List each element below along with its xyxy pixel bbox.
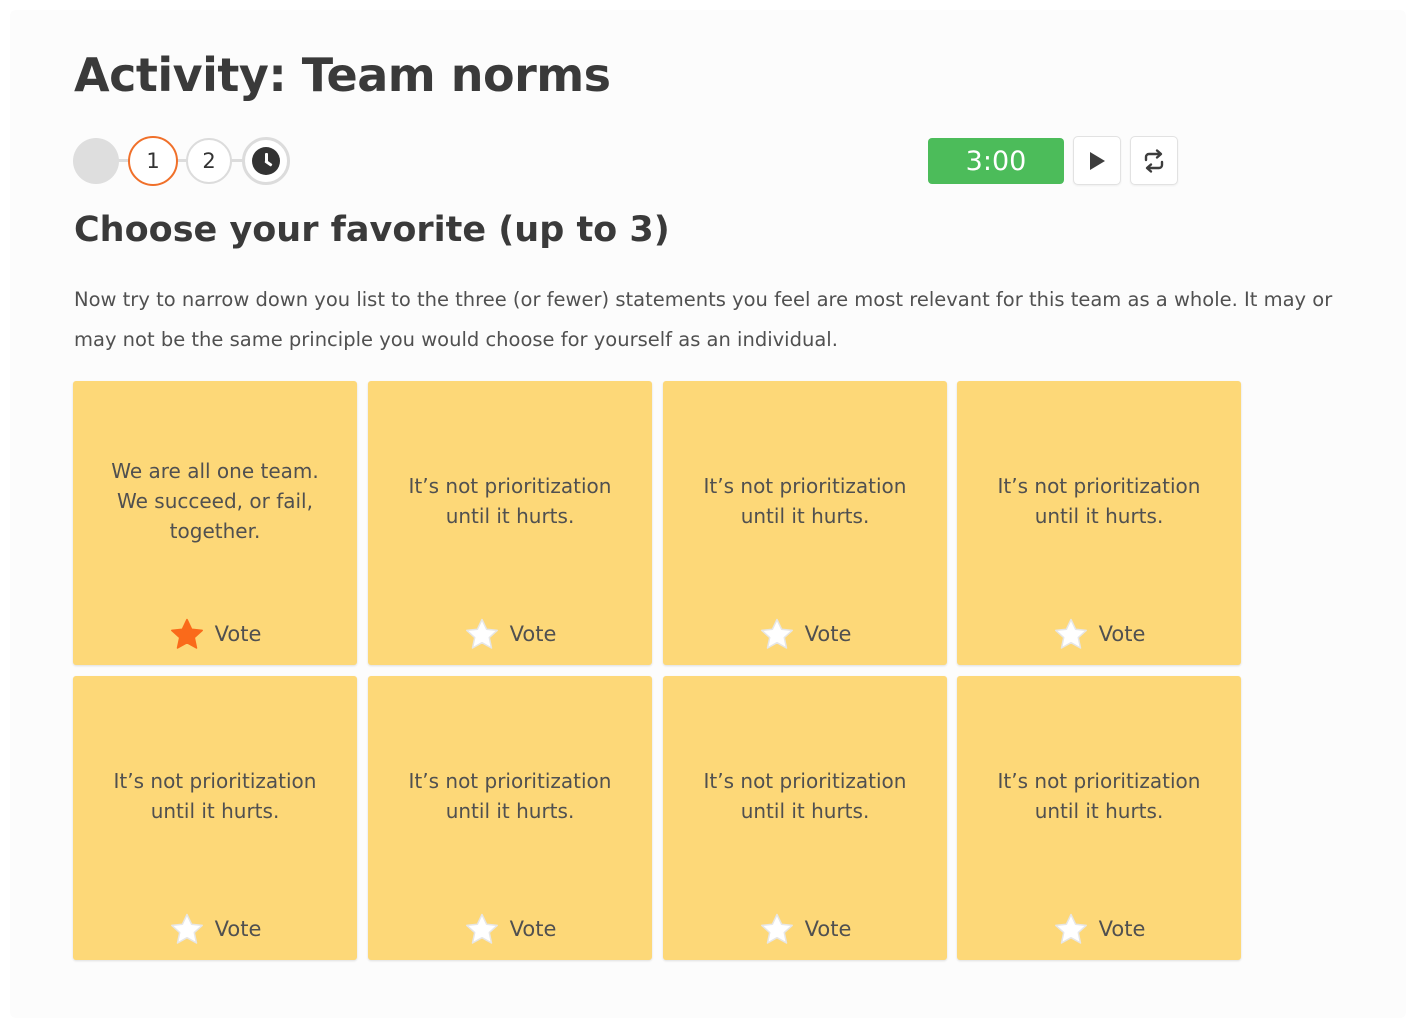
play-icon	[1090, 151, 1105, 170]
card-statement: It’s not prioritization until it hurts.	[997, 769, 1201, 823]
step-2[interactable]: 2	[186, 138, 232, 184]
step-1[interactable]: 1	[128, 136, 178, 186]
vote-button[interactable]: Vote	[663, 616, 947, 652]
vote-label: Vote	[509, 917, 557, 941]
repeat-button[interactable]	[1130, 136, 1178, 185]
vote-label: Vote	[214, 917, 262, 941]
card-statement: It’s not prioritization until it hurts.	[997, 474, 1201, 528]
statement-card[interactable]: It’s not prioritization until it hurts. V…	[957, 381, 1241, 665]
star-outline-icon	[760, 618, 793, 649]
clock-icon	[252, 147, 280, 175]
star-filled-icon	[170, 618, 203, 649]
star-outline-icon	[170, 913, 203, 944]
star-outline-icon	[465, 618, 498, 649]
star-outline-icon	[760, 913, 793, 944]
timer-display: 3:00	[928, 138, 1064, 184]
statement-card[interactable]: It’s not prioritization until it hurts. V…	[663, 676, 947, 960]
step-intro[interactable]	[73, 138, 119, 184]
play-button[interactable]	[1073, 136, 1121, 185]
step-indicator: 1 2	[73, 136, 293, 186]
vote-label: Vote	[1098, 917, 1146, 941]
statement-card[interactable]: It’s not prioritization until it hurts. V…	[663, 381, 947, 665]
card-statement: It’s not prioritization until it hurts.	[703, 474, 907, 528]
repeat-icon	[1144, 148, 1164, 173]
card-statement: It’s not prioritization until it hurts.	[113, 769, 317, 823]
statement-card[interactable]: It’s not prioritization until it hurts. V…	[368, 676, 652, 960]
vote-label: Vote	[1098, 622, 1146, 646]
vote-label: Vote	[804, 917, 852, 941]
star-outline-icon	[1054, 618, 1087, 649]
card-statement: It’s not prioritization until it hurts.	[408, 474, 612, 528]
vote-button[interactable]: Vote	[368, 911, 652, 947]
page-title: Activity: Team norms	[74, 48, 611, 102]
statement-card[interactable]: It’s not prioritization until it hurts. V…	[957, 676, 1241, 960]
statement-card[interactable]: It’s not prioritization until it hurts. V…	[368, 381, 652, 665]
step-timer[interactable]	[242, 137, 290, 185]
vote-button[interactable]: Vote	[663, 911, 947, 947]
section-heading: Choose your favorite (up to 3)	[74, 210, 670, 250]
vote-label: Vote	[804, 622, 852, 646]
instructions-text: Now try to narrow down you list to the t…	[74, 288, 1333, 351]
card-statement: We are all one team. We succeed, or fail…	[111, 459, 319, 543]
vote-button[interactable]: Vote	[957, 911, 1241, 947]
vote-button[interactable]: Vote	[73, 616, 357, 652]
vote-label: Vote	[214, 622, 262, 646]
vote-button[interactable]: Vote	[73, 911, 357, 947]
star-outline-icon	[465, 913, 498, 944]
card-statement: It’s not prioritization until it hurts.	[408, 769, 612, 823]
vote-button[interactable]: Vote	[957, 616, 1241, 652]
vote-button[interactable]: Vote	[368, 616, 652, 652]
statement-card[interactable]: We are all one team. We succeed, or fail…	[73, 381, 357, 665]
vote-label: Vote	[509, 622, 557, 646]
star-outline-icon	[1054, 913, 1087, 944]
statement-card[interactable]: It’s not prioritization until it hurts. V…	[73, 676, 357, 960]
card-statement: It’s not prioritization until it hurts.	[703, 769, 907, 823]
